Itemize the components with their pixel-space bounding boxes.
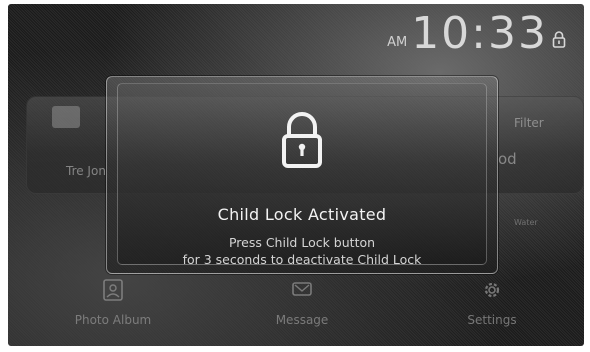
photo-album-icon: [103, 279, 123, 301]
child-lock-dialog: Child Lock Activated Press Child Lock bu…: [106, 76, 498, 274]
dock-message[interactable]: Message: [262, 278, 342, 327]
device-screen: AM 10:33 Tre Jon Filter od Water Photo A…: [8, 4, 584, 346]
clock-ampm: AM: [387, 35, 408, 50]
background-text-2: od: [498, 150, 517, 168]
dock-settings[interactable]: Settings: [452, 278, 532, 327]
background-tile: [52, 106, 80, 128]
background-text: Tre Jon: [66, 164, 106, 178]
dialog-instruction-line1: Press Child Lock button: [228, 235, 376, 250]
clock-time: 10:33: [411, 8, 548, 59]
dialog-title: Child Lock Activated: [217, 205, 387, 224]
status-clock: AM 10:33: [387, 10, 566, 58]
background-filter-label: Filter: [514, 116, 544, 130]
lock-icon: [282, 112, 322, 168]
dock-settings-label: Settings: [467, 313, 517, 327]
status-lock-icon: [552, 31, 566, 48]
dialog-instruction-line2: for 3 seconds to deactivate Child Lock: [182, 252, 422, 267]
dock-message-label: Message: [275, 313, 329, 327]
message-icon: [292, 282, 312, 296]
dock-photo-album[interactable]: Photo Album: [68, 278, 158, 327]
water-label: Water: [514, 218, 538, 227]
dock-photo-album-label: Photo Album: [74, 313, 152, 327]
settings-gear-icon: [484, 282, 500, 298]
